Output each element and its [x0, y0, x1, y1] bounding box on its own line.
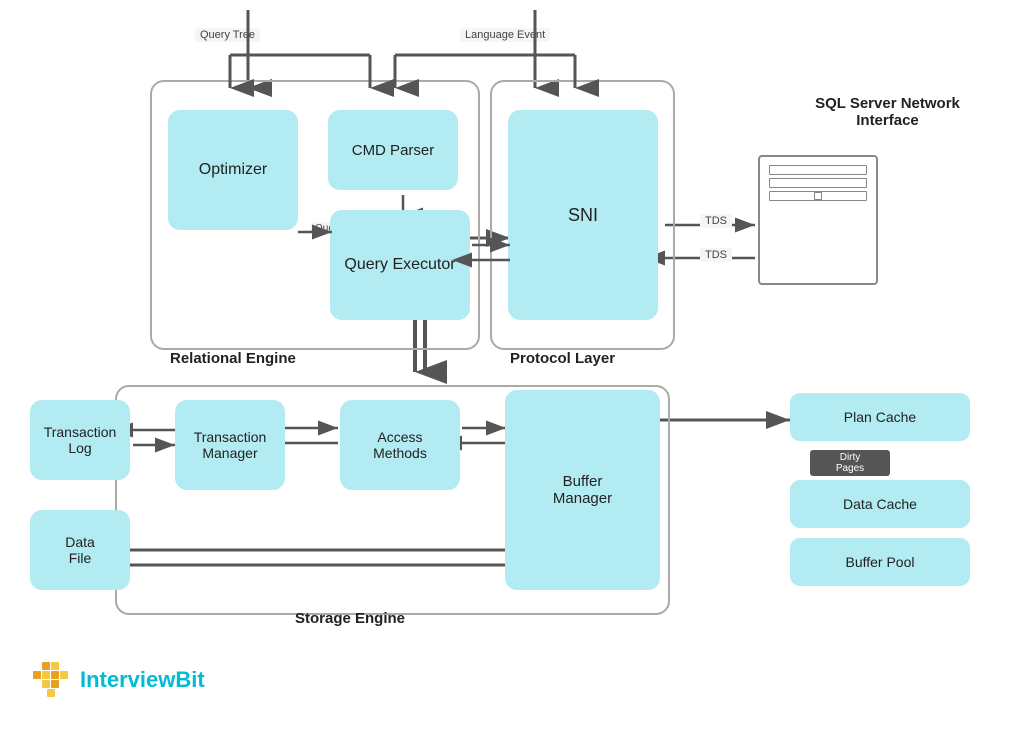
buffer-pool-box: Buffer Pool — [790, 538, 970, 586]
plan-cache-box: Plan Cache — [790, 393, 970, 441]
optimizer-box: Optimizer — [168, 110, 298, 230]
data-cache-box: Data Cache — [790, 480, 970, 528]
server-slot-1 — [769, 165, 867, 175]
access-methods-box: Access Methods — [340, 400, 460, 490]
server-slot-2 — [769, 178, 867, 188]
sni-box: SNI — [508, 110, 658, 320]
sni-network-title: SQL Server Network Interface — [790, 95, 985, 129]
transaction-manager-box: Transaction Manager — [175, 400, 285, 490]
query-executor-box: Query Executor — [330, 210, 470, 320]
cmd-parser-box: CMD Parser — [328, 110, 458, 190]
relational-engine-label: Relational Engine — [170, 350, 296, 367]
protocol-layer-label: Protocol Layer — [510, 350, 615, 367]
tds-label-2: TDS — [700, 248, 732, 262]
transaction-log-box: Transaction Log — [30, 400, 130, 480]
tds-label-1: TDS — [700, 214, 732, 228]
logo-text: InterviewBit — [80, 667, 205, 693]
query-tree-label: Query Tree — [195, 28, 260, 42]
language-event-label: Language Event — [460, 28, 550, 42]
server-icon — [758, 155, 878, 285]
server-slot-3 — [769, 191, 867, 201]
buffer-manager-box: Buffer Manager — [505, 390, 660, 590]
server-slot-square — [814, 192, 822, 200]
diagram-container: Query Tree Language Event Query Plan TDS… — [0, 0, 1024, 729]
logo-area: InterviewBit — [30, 660, 205, 700]
logo-diamond-icon — [30, 660, 70, 700]
data-file-box: Data File — [30, 510, 130, 590]
storage-engine-label: Storage Engine — [295, 610, 405, 627]
dirty-pages-badge: Dirty Pages — [810, 450, 890, 476]
